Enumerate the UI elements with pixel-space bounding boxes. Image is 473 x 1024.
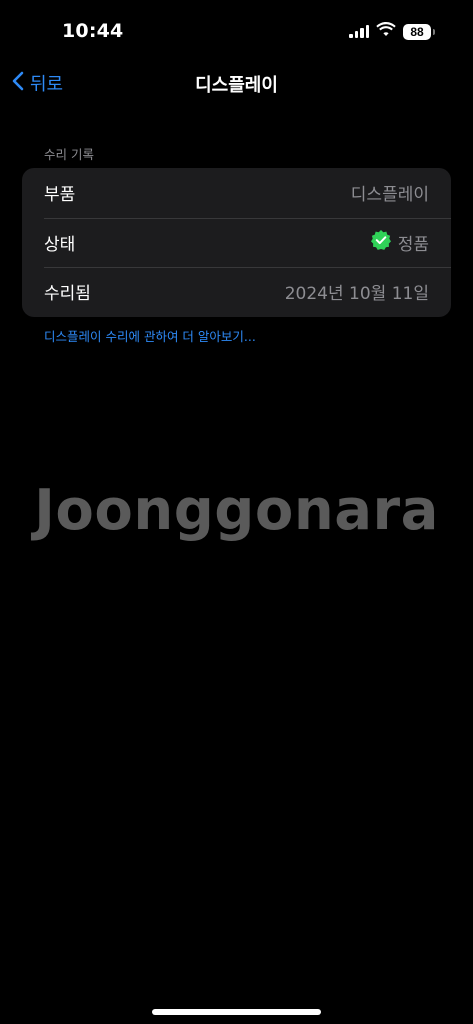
status-indicators: 88: [349, 22, 435, 41]
row-label: 부품: [44, 185, 76, 206]
list-item-status: 상태 정품: [22, 217, 451, 268]
part-value: 디스플레이: [350, 185, 429, 206]
list-item-repaired-date: 수리됨 2024년 10월 11일: [22, 267, 451, 317]
status-time: 10:44: [62, 20, 124, 42]
home-indicator[interactable]: [152, 1009, 321, 1015]
row-value: 정품: [370, 229, 429, 256]
repaired-date-value: 2024년 10월 11일: [284, 284, 429, 305]
navigation-bar: 뒤로 디스플레이: [0, 62, 473, 106]
status-value: 정품: [397, 234, 429, 255]
row-label: 상태: [44, 234, 76, 255]
page-title: 디스플레이: [195, 75, 278, 96]
battery-icon: 88: [403, 23, 435, 40]
cellular-signal-icon: [349, 25, 369, 38]
verified-badge-icon: [370, 229, 392, 256]
list-item-part: 부품 디스플레이: [22, 168, 451, 218]
row-value: 2024년 10월 11일: [285, 279, 429, 304]
status-bar: 10:44 88: [0, 0, 473, 60]
section-header: 수리 기록: [44, 147, 94, 162]
row-label: 수리됨: [44, 284, 91, 305]
learn-more-link[interactable]: 디스플레이 수리에 관하여 더 알아보기...: [44, 326, 256, 345]
watermark-logo: Joonggonara: [34, 478, 439, 543]
wifi-icon: [376, 22, 396, 41]
row-value: 디스플레이: [351, 180, 429, 205]
repair-history-card: 부품 디스플레이 상태 정품 수리됨 2024년 10월 11일: [22, 168, 451, 317]
battery-level: 88: [410, 24, 424, 39]
